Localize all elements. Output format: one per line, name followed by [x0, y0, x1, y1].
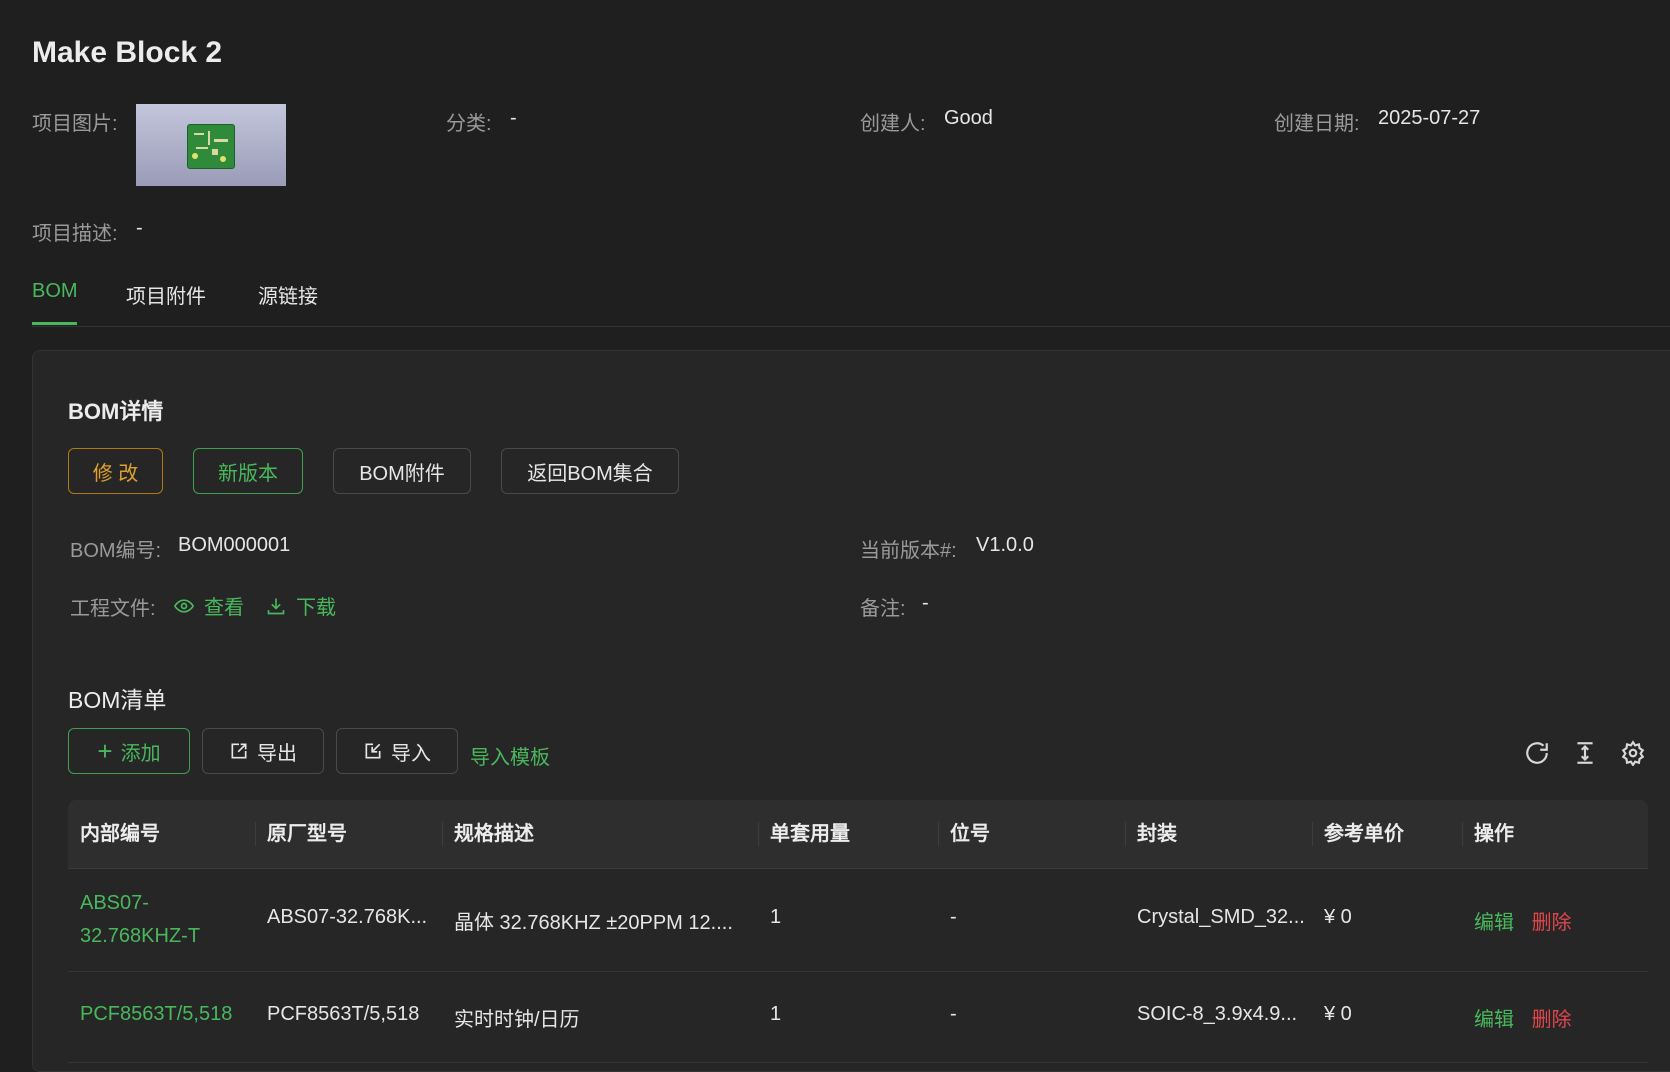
current-version-value: V1.0.0 — [976, 534, 1034, 556]
package-cell: SOIC-8_3.9x4.9... — [1137, 1003, 1298, 1025]
manufacturer-part-cell: ABS07-32.768K... — [267, 906, 428, 928]
bom-list-title: BOM清单 — [68, 687, 167, 713]
actions-cell: 编辑 删除 — [1462, 906, 1648, 935]
internal-code-link[interactable]: PCF8563T/5,518 — [68, 998, 255, 1031]
project-image-label: 项目图片: — [32, 113, 118, 135]
quantity-cell: 1 — [770, 1003, 782, 1025]
column-header[interactable]: 原厂型号 — [255, 800, 442, 868]
delete-row-link[interactable]: 删除 — [1532, 912, 1572, 934]
project-thumbnail[interactable] — [136, 104, 286, 186]
export-label: 导出 — [257, 742, 297, 765]
table-row: ABS07-32.768KHZ-T ABS07-32.768K... 晶体 32… — [68, 869, 1648, 972]
column-header[interactable]: 内部编号 — [68, 800, 255, 868]
actions-cell: 编辑 删除 — [1462, 1003, 1648, 1032]
creator-value: Good — [944, 107, 993, 129]
price-cell: ¥ 0 — [1324, 1003, 1352, 1025]
column-header[interactable]: 封装 — [1125, 800, 1312, 868]
delete-row-link[interactable]: 删除 — [1532, 1009, 1572, 1031]
pcb-image — [187, 124, 235, 169]
tab-project-attachments[interactable]: 项目附件 — [126, 280, 206, 309]
bom-detail-title: BOM详情 — [68, 399, 164, 424]
category-label: 分类: — [446, 113, 492, 135]
edit-row-link[interactable]: 编辑 — [1474, 1009, 1514, 1031]
quantity-cell: 1 — [770, 906, 782, 928]
edit-button[interactable]: 修 改 — [68, 448, 163, 494]
remark-label: 备注: — [860, 598, 906, 620]
view-file-label: 查看 — [204, 597, 244, 619]
column-header[interactable]: 位号 — [938, 800, 1125, 868]
created-date-value: 2025-07-27 — [1378, 107, 1481, 129]
tab-active-indicator — [32, 322, 77, 325]
manufacturer-part-cell: PCF8563T/5,518 — [267, 1003, 420, 1025]
remark-value: - — [922, 592, 929, 614]
creator-label: 创建人: — [860, 113, 926, 135]
eye-icon — [174, 598, 194, 613]
price-cell: ¥ 0 — [1324, 906, 1352, 928]
back-to-bom-collection-button[interactable]: 返回BOM集合 — [501, 448, 679, 494]
plus-icon: + — [97, 736, 113, 766]
tab-source-links[interactable]: 源链接 — [258, 280, 318, 309]
project-tabs: BOM 项目附件 源链接 — [32, 270, 1670, 327]
import-template-link[interactable]: 导入模板 — [470, 741, 550, 770]
table-row: PCF8563T/5,518 PCF8563T/5,518 实时时钟/日历 1 … — [68, 972, 1648, 1063]
spec-cell: 实时时钟/日历 — [454, 1009, 580, 1031]
import-icon — [365, 743, 381, 759]
download-icon — [267, 598, 285, 614]
package-cell: Crystal_SMD_32... — [1137, 906, 1305, 928]
gear-icon[interactable] — [1620, 740, 1646, 766]
export-icon — [231, 743, 247, 759]
bom-number-value: BOM000001 — [178, 534, 291, 556]
bom-number-label: BOM编号: — [70, 540, 162, 562]
download-file-link[interactable]: 下载 — [266, 591, 336, 620]
project-title: Make Block 2 — [32, 36, 223, 69]
view-file-link[interactable]: 查看 — [174, 591, 244, 620]
column-header: 操作 — [1462, 800, 1648, 868]
import-button[interactable]: 导入 — [336, 728, 458, 774]
spec-cell: 晶体 32.768KHZ ±20PPM 12.... — [454, 912, 733, 934]
bom-attachments-button[interactable]: BOM附件 — [333, 448, 471, 494]
project-desc-value: - — [136, 217, 143, 239]
column-header[interactable]: 规格描述 — [442, 800, 758, 868]
column-header[interactable]: 单套用量 — [758, 800, 938, 868]
engineering-file-label: 工程文件: — [70, 598, 156, 620]
category-value: - — [510, 107, 517, 129]
edit-row-link[interactable]: 编辑 — [1474, 912, 1514, 934]
new-version-button[interactable]: 新版本 — [193, 448, 303, 494]
table-header: 内部编号 原厂型号 规格描述 单套用量 位号 封装 参考单价 操作 — [68, 800, 1648, 869]
tab-bom[interactable]: BOM — [32, 280, 78, 303]
internal-code-link[interactable]: ABS07-32.768KHZ-T — [68, 887, 255, 953]
refresh-icon[interactable] — [1524, 740, 1550, 766]
current-version-label: 当前版本#: — [860, 540, 957, 562]
column-header[interactable]: 参考单价 — [1312, 800, 1462, 868]
created-date-label: 创建日期: — [1274, 113, 1360, 135]
export-button[interactable]: 导出 — [202, 728, 324, 774]
add-label: 添加 — [120, 742, 161, 765]
designator-cell: - — [950, 1003, 957, 1025]
bom-table: 内部编号 原厂型号 规格描述 单套用量 位号 封装 参考单价 操作 ABS07-… — [68, 800, 1648, 1063]
import-label: 导入 — [391, 742, 431, 765]
project-desc-label: 项目描述: — [32, 223, 118, 245]
column-height-icon[interactable] — [1572, 740, 1598, 766]
designator-cell: - — [950, 906, 957, 928]
download-file-label: 下载 — [296, 597, 336, 619]
add-button[interactable]: + 添加 — [68, 728, 190, 774]
